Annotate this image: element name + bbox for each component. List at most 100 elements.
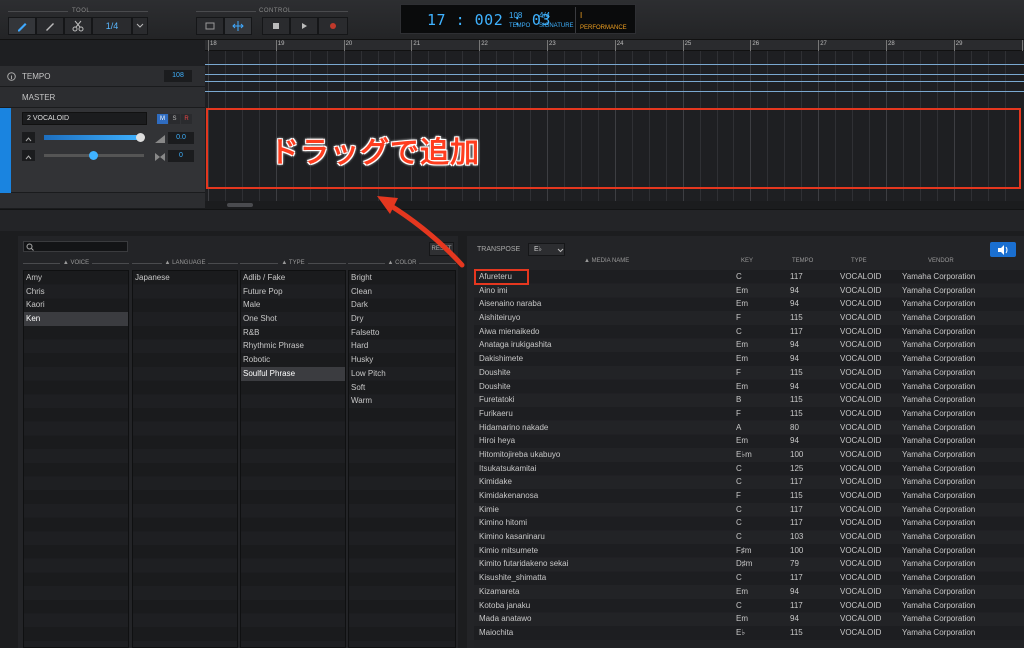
table-row[interactable]: Aishiteiruyo F 115 VOCALOID Yamaha Corporati… xyxy=(474,311,1024,325)
pan-value[interactable]: 0 xyxy=(168,150,194,162)
table-row[interactable]: Mada anatawo Em 94 VOCALOID Yamaha Corporati… xyxy=(474,612,1024,626)
table-row[interactable]: Furikaeru F 115 VOCALOID Yamaha Corporation xyxy=(474,407,1024,421)
table-row[interactable]: Hidamarino nakade A 80 VOCALOID Yamaha Corpo… xyxy=(474,421,1024,435)
table-row[interactable]: Doushite Em 94 VOCALOID Yamaha Corporation xyxy=(474,380,1024,394)
table-row[interactable]: Kizamareta Em 94 VOCALOID Yamaha Corporation xyxy=(474,585,1024,599)
master-track-header[interactable]: MASTER xyxy=(0,87,205,108)
search-input[interactable] xyxy=(23,241,128,252)
next-track-header[interactable] xyxy=(0,193,205,209)
table-row[interactable]: Kimio mitsumete F♯m 100 VOCALOID Yamaha Corp… xyxy=(474,544,1024,558)
table-row[interactable]: Hiroi heya Em 94 VOCALOID Yamaha Corporation xyxy=(474,434,1024,448)
vendor-cell: Yamaha Corporation xyxy=(902,518,976,528)
horizontal-scrollbar[interactable] xyxy=(205,201,1024,209)
filter-column-header[interactable]: ▲ VOICE xyxy=(23,258,129,268)
record-arm-button[interactable]: R xyxy=(181,114,192,124)
filter-list-item[interactable]: Husky xyxy=(349,353,455,367)
column-header-vendor[interactable]: VENDOR xyxy=(928,258,954,264)
tempo-cell: 103 xyxy=(790,532,804,542)
timeline-ruler[interactable]: 18192021222324252627282930 xyxy=(205,40,1024,51)
mute-button[interactable]: M xyxy=(157,114,168,124)
filter-list-item[interactable]: Falsetto xyxy=(349,326,455,340)
filter-list-item[interactable]: Soft xyxy=(349,381,455,395)
transpose-select[interactable]: E♭ xyxy=(528,243,565,256)
table-row[interactable]: Kimino kasaninaru C 103 VOCALOID Yamaha Corp… xyxy=(474,530,1024,544)
filter-column-header[interactable]: ▲ LANGUAGE xyxy=(132,258,238,268)
table-row[interactable]: Aisenaino naraba Em 94 VOCALOID Yamaha Corpo… xyxy=(474,297,1024,311)
filter-list-item[interactable]: Ken xyxy=(24,312,128,326)
tempo-track-value[interactable]: 108 xyxy=(164,70,192,82)
table-row[interactable]: Kisushite_shimatta C 117 VOCALOID Yamaha Cor… xyxy=(474,571,1024,585)
filter-list-item[interactable]: Hard xyxy=(349,339,455,353)
stop-button[interactable] xyxy=(262,17,290,35)
table-row[interactable]: Kotoba janaku C 117 VOCALOID Yamaha Corporat… xyxy=(474,599,1024,613)
key-cell: Em xyxy=(736,285,748,295)
column-header-tempo[interactable]: TEMPO xyxy=(792,258,813,264)
table-row[interactable]: Dakishimete Em 94 VOCALOID Yamaha Corporatio… xyxy=(474,352,1024,366)
scrollbar-thumb[interactable] xyxy=(227,203,253,207)
volume-slider-thumb[interactable] xyxy=(136,133,145,142)
play-button[interactable] xyxy=(290,17,318,35)
table-row[interactable]: Itsukatsukamitai C 125 VOCALOID Yamaha Corpo… xyxy=(474,462,1024,476)
table-row[interactable]: Kimito futaridakeno sekai D♯m 79 VOCALOID Ya… xyxy=(474,557,1024,571)
table-row[interactable]: Anataga irukigashita Em 94 VOCALOID Yamaha C… xyxy=(474,338,1024,352)
ruler-tick xyxy=(750,40,752,51)
pencil-tool-button[interactable] xyxy=(8,17,36,35)
column-header-media-name[interactable]: ▲ MEDIA NAME xyxy=(584,258,629,264)
table-row[interactable]: Kimino hitomi C 117 VOCALOID Yamaha Corporat… xyxy=(474,516,1024,530)
preview-audio-button[interactable] xyxy=(990,242,1016,257)
table-row[interactable]: Kimidake C 117 VOCALOID Yamaha Corporation xyxy=(474,475,1024,489)
table-row[interactable]: Furetatoki B 115 VOCALOID Yamaha Corporation xyxy=(474,393,1024,407)
filter-list-item[interactable]: Future Pop xyxy=(241,285,345,299)
filter-list-item[interactable]: Low Pitch xyxy=(349,367,455,381)
filter-list-item[interactable]: Bright xyxy=(349,271,455,285)
table-row[interactable]: Aiwa mienaikedo C 117 VOCALOID Yamaha Corpor… xyxy=(474,325,1024,339)
column-header-type[interactable]: TYPE xyxy=(851,258,867,264)
table-row[interactable]: Afureteru C 117 VOCALOID Yamaha Corporation xyxy=(474,270,1024,284)
filter-list-item[interactable]: Amy xyxy=(24,271,128,285)
filter-list-item[interactable]: R&B xyxy=(241,326,345,340)
media-name-cell: Kimino hitomi xyxy=(479,518,528,528)
quantize-select[interactable]: 1/4 xyxy=(92,17,132,35)
vocaloid-track-header[interactable]: 2 VOCALOID M S R 0.0 0 xyxy=(0,108,205,193)
track-name-field[interactable]: 2 VOCALOID xyxy=(22,112,147,125)
filter-column-header[interactable]: ▲ COLOR xyxy=(348,258,456,268)
reset-button[interactable]: RESET xyxy=(429,242,454,256)
solo-button[interactable]: S xyxy=(169,114,180,124)
toolbar: TOOL 1/4 CONTROL 17 : 002 : 03 108 TEMPO… xyxy=(0,0,1024,40)
table-row[interactable]: Aino imi Em 94 VOCALOID Yamaha Corporation xyxy=(474,284,1024,298)
filter-list-item[interactable]: Dark xyxy=(349,298,455,312)
filter-list-item[interactable]: Japanese xyxy=(133,271,237,285)
loop-button[interactable] xyxy=(196,17,224,35)
quantize-dropdown-button[interactable] xyxy=(132,17,148,35)
filter-list-item[interactable]: One Shot xyxy=(241,312,345,326)
table-row[interactable]: Kimie C 117 VOCALOID Yamaha Corporation xyxy=(474,503,1024,517)
filter-list-item[interactable]: Adlib / Fake xyxy=(241,271,345,285)
filter-list-item[interactable]: Dry xyxy=(349,312,455,326)
filter-list-item[interactable]: Soulful Phrase xyxy=(241,366,345,381)
filter-list-item[interactable]: Warm xyxy=(349,394,455,408)
tempo-track-header[interactable]: TEMPO 108 xyxy=(0,66,205,87)
table-row[interactable]: Maiochita E♭ 115 VOCALOID Yamaha Corporation xyxy=(474,626,1024,640)
filter-list-item[interactable]: Male xyxy=(241,298,345,312)
pan-expand-button[interactable] xyxy=(22,150,35,161)
column-header-key[interactable]: KEY xyxy=(741,258,753,264)
filter-list-item[interactable]: Robotic xyxy=(241,353,345,367)
volume-slider[interactable] xyxy=(44,135,144,140)
panel-divider[interactable] xyxy=(0,209,1024,231)
volume-value[interactable]: 0.0 xyxy=(168,132,194,144)
filter-list-item[interactable]: Clean xyxy=(349,285,455,299)
table-row[interactable]: Hitomitojireba ukabuyo E♭m 100 VOCALOID Yama… xyxy=(474,448,1024,462)
pan-slider-thumb[interactable] xyxy=(89,151,98,160)
filter-list-item[interactable]: Chris xyxy=(24,285,128,299)
table-row[interactable]: Doushite F 115 VOCALOID Yamaha Corporation xyxy=(474,366,1024,380)
filter-list-item[interactable]: Kaori xyxy=(24,298,128,312)
record-button[interactable] xyxy=(318,17,348,35)
follow-button[interactable] xyxy=(224,17,252,35)
filter-column-header[interactable]: ▲ TYPE xyxy=(240,258,346,268)
tempo-cell: 117 xyxy=(790,477,803,487)
table-row[interactable]: Kimidakenanosa F 115 VOCALOID Yamaha Corpora… xyxy=(474,489,1024,503)
line-tool-button[interactable] xyxy=(36,17,64,35)
volume-expand-button[interactable] xyxy=(22,132,35,143)
filter-list-item[interactable]: Rhythmic Phrase xyxy=(241,339,345,353)
scissors-tool-button[interactable] xyxy=(64,17,92,35)
